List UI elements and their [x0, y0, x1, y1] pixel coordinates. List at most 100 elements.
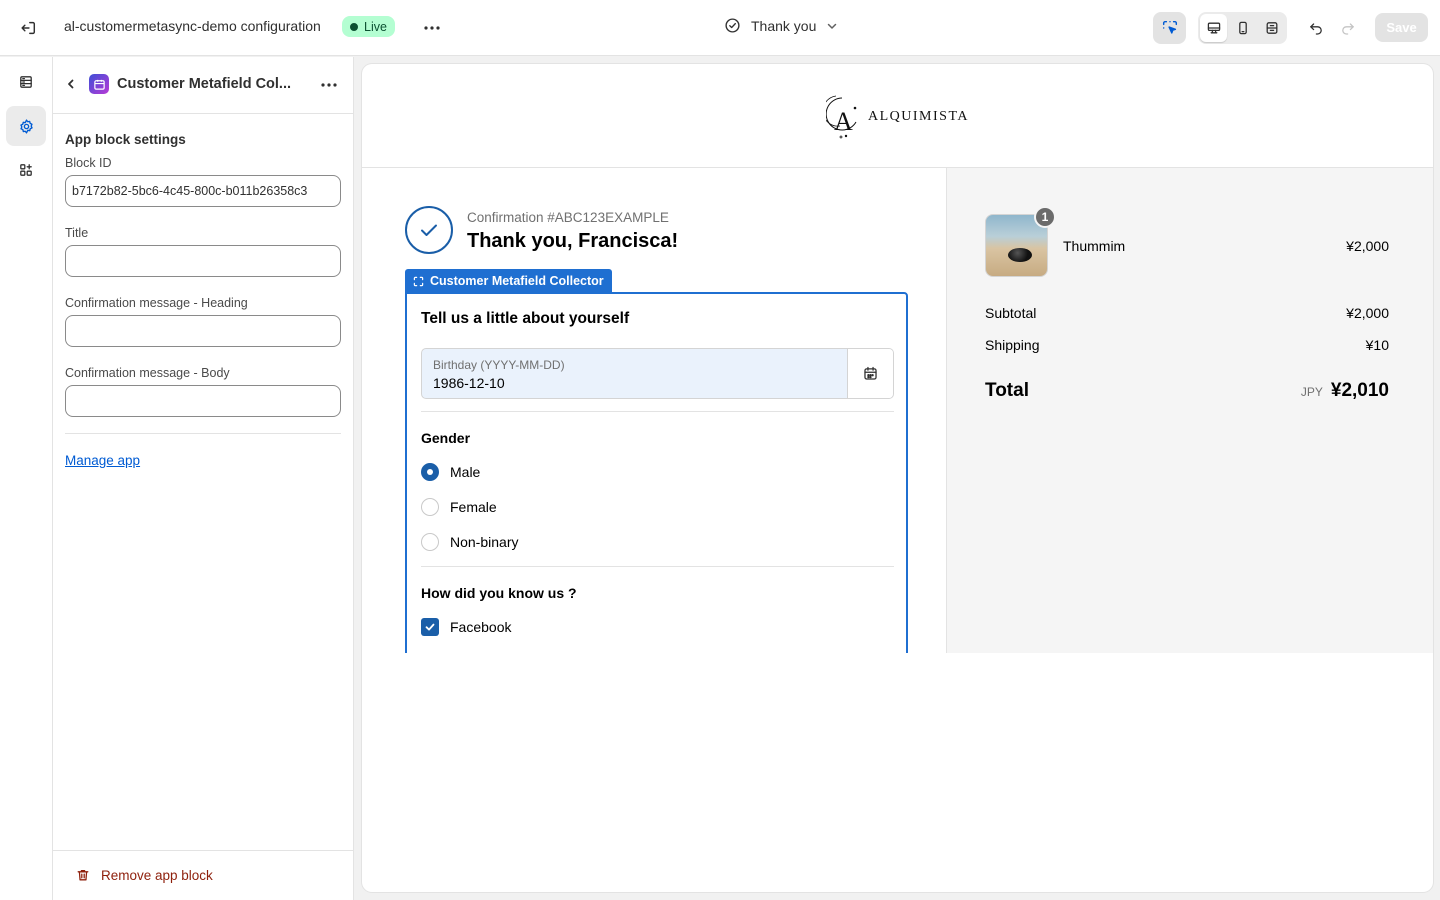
app-logo-icon [89, 74, 109, 94]
total-value: ¥2,010 [1330, 380, 1389, 401]
gender-label: Gender [421, 430, 471, 446]
birthday-field[interactable]: Birthday (YYYY-MM-DD) 1986-12-10 [421, 348, 894, 399]
gender-option-label: Non-binary [450, 534, 519, 550]
source-label: How did you know us ? [421, 585, 577, 601]
source-option-facebook[interactable]: Facebook [421, 618, 511, 636]
top-bar: al-customermetasync-demo configuration L… [0, 0, 1440, 56]
quantity-badge: 1 [1034, 206, 1056, 228]
chevron-left-icon [68, 79, 74, 89]
block-id-input[interactable] [65, 175, 341, 207]
rail-sections-button[interactable] [6, 62, 46, 102]
layout-icon [1266, 22, 1277, 34]
manage-app-link[interactable]: Manage app [65, 453, 140, 468]
inspector-toggle-button[interactable] [1153, 12, 1186, 44]
radio-icon [421, 498, 439, 516]
divider [421, 566, 894, 567]
line-item: 1 Thummim ¥2,000 [985, 206, 1389, 277]
redo-button[interactable] [1335, 12, 1361, 44]
title-input[interactable] [65, 245, 341, 277]
block-select-icon [413, 276, 424, 286]
block-settings: App block settings Block ID Title Confir… [53, 114, 353, 470]
subtotal-row: Subtotal ¥2,000 [985, 305, 1389, 321]
divider [65, 433, 341, 434]
date-picker-button[interactable] [847, 349, 893, 398]
rail-apps-button[interactable] [6, 150, 46, 190]
mobile-icon [1238, 21, 1247, 35]
total-label: Total [985, 380, 1029, 401]
viewport-switcher [1198, 12, 1287, 44]
left-rail [0, 57, 53, 900]
product-image-stone [1008, 248, 1032, 262]
desktop-view-button[interactable] [1200, 14, 1227, 42]
panel-title: Customer Metafield Col... [117, 76, 292, 92]
rail-settings-button[interactable] [6, 106, 46, 146]
back-button[interactable] [61, 74, 81, 94]
confirmation-heading-input[interactable] [65, 315, 341, 347]
store-logo: A ALQUIMISTA [826, 94, 969, 140]
undo-icon [1310, 23, 1322, 35]
fullscreen-view-button[interactable] [1258, 14, 1285, 42]
status-badge: Live [342, 16, 395, 37]
gear-icon [19, 118, 33, 134]
remove-app-block-label: Remove app block [101, 867, 213, 883]
gender-option-non-binary[interactable]: Non-binary [421, 533, 518, 551]
redo-icon [1342, 23, 1354, 35]
product-price: ¥2,000 [1346, 238, 1389, 254]
radio-checked-icon [421, 463, 439, 481]
undo-button[interactable] [1303, 12, 1329, 44]
svg-text:A: A [834, 107, 853, 136]
ellipsis-icon [424, 26, 440, 30]
remove-app-block-button[interactable]: Remove app block [75, 867, 213, 883]
ellipsis-icon [321, 83, 337, 87]
gender-option-female[interactable]: Female [421, 498, 497, 516]
birthday-value: 1986-12-10 [433, 375, 505, 391]
source-option-label: Facebook [450, 619, 512, 635]
panel-more-button[interactable] [317, 73, 341, 97]
total-row: Total JPY ¥2,010 [985, 378, 1389, 404]
desktop-icon [1207, 22, 1220, 34]
panel-header: Customer Metafield Col... [53, 57, 353, 114]
status-badge-label: Live [364, 19, 387, 34]
select-cursor-icon [1162, 20, 1177, 34]
shipping-label: Shipping [985, 337, 1040, 353]
store-name: ALQUIMISTA [868, 109, 969, 124]
subtotal-value: ¥2,000 [1346, 305, 1389, 321]
thank-you-heading: Thank you, Francisca! [467, 230, 679, 252]
app-title: al-customermetasync-demo configuration [64, 18, 321, 34]
check-circle-icon [725, 18, 740, 33]
confirmation-number: Confirmation #ABC123EXAMPLE [467, 210, 669, 225]
shipping-value: ¥10 [1365, 337, 1389, 353]
heading-label: Confirmation message - Heading [65, 296, 248, 310]
settings-heading: App block settings [65, 132, 186, 147]
shipping-row: Shipping ¥10 [985, 337, 1389, 353]
confirmation-check-icon [405, 206, 453, 254]
birthday-label: Birthday (YYYY-MM-DD) [433, 358, 565, 372]
page-selector[interactable]: Thank you [724, 17, 838, 34]
confirmation-body-input[interactable] [65, 385, 341, 417]
panel-footer: Remove app block [53, 850, 353, 900]
title-label: Title [65, 226, 89, 240]
gender-option-label: Female [450, 499, 497, 515]
settings-panel: Customer Metafield Col... App block sett… [53, 57, 354, 900]
save-button[interactable]: Save [1375, 13, 1428, 42]
total-amount: JPY ¥2,010 [1301, 380, 1389, 402]
exit-icon [21, 21, 36, 35]
chevron-down-icon [828, 23, 837, 29]
order-summary: 1 Thummim ¥2,000 Subtotal ¥2,000 Shippin… [946, 168, 1433, 653]
gender-option-label: Male [450, 464, 481, 480]
customer-metafield-block[interactable]: Tell us a little about yourself Birthday… [405, 292, 908, 653]
app-block-tag[interactable]: Customer Metafield Collector [405, 269, 612, 293]
exit-button[interactable] [14, 14, 42, 42]
currency-code: JPY [1300, 385, 1323, 399]
mobile-view-button[interactable] [1229, 14, 1256, 42]
gender-option-male[interactable]: Male [421, 463, 480, 481]
checkout-body: Confirmation #ABC123EXAMPLE Thank you, F… [362, 168, 1433, 653]
live-dot-icon [350, 22, 358, 31]
page-selector-label: Thank you [751, 17, 817, 34]
alquimista-logo-icon: A [826, 95, 857, 139]
more-actions-button[interactable] [420, 16, 444, 40]
sections-icon [20, 76, 32, 88]
subtotal-label: Subtotal [985, 305, 1037, 321]
app-block-tag-label: Customer Metafield Collector [430, 274, 604, 288]
trash-icon [77, 869, 89, 881]
